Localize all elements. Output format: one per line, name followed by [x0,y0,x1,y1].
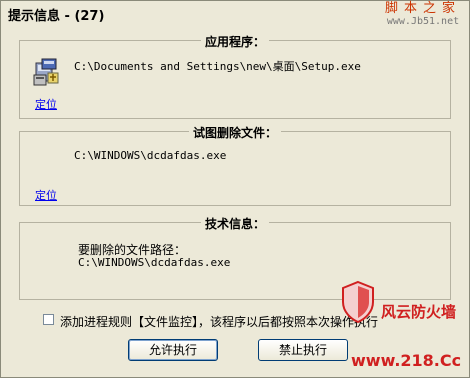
application-group: 应用程序： C:\Documents and Settings\new\桌面\S… [19,35,451,119]
tech-info-group: 技术信息： 要删除的文件路径： C:\WINDOWS\dcdafdas.exe [19,217,451,300]
delete-file-path: C:\WINDOWS\dcdafdas.exe [74,149,227,162]
tech-info-legend: 技术信息： [200,217,269,231]
watermark-brand: 风云防火墙 [381,303,457,321]
block-button[interactable]: 禁止执行 [258,339,348,361]
rule-checkbox[interactable] [43,314,54,325]
watermark-top: 脚本之家 www.Jb51.net [385,2,461,28]
title-bar: 提示信息 - (27) 脚本之家 www.Jb51.net [1,1,469,28]
watermark-top-text: 脚本之家 [384,1,461,16]
allow-button[interactable]: 允许执行 [128,339,218,361]
delete-file-locate-link[interactable]: 定位 [35,187,57,203]
watermark-brand-url: www.218.Cc [351,351,462,370]
rule-checkbox-label: 添加进程规则【文件监控】，该程序以后都按照本次操作执行 [60,315,379,329]
delete-file-group: 试图删除文件： C:\WINDOWS\dcdafdas.exe 定位 [19,126,451,206]
dialog-title: 提示信息 - (27) [8,9,105,24]
shield-logo-icon [342,280,374,324]
delete-file-legend: 试图删除文件： [188,126,281,140]
application-legend: 应用程序： [200,35,269,49]
setup-program-icon [33,58,59,86]
application-locate-link[interactable]: 定位 [35,96,57,112]
tech-info-path: C:\WINDOWS\dcdafdas.exe [78,256,231,269]
watermark-top-url: www.Jb51.net [386,16,460,27]
alert-dialog: 提示信息 - (27) 脚本之家 www.Jb51.net 应用程序： C:\D… [0,0,470,378]
application-path: C:\Documents and Settings\new\桌面\Setup.e… [74,60,361,73]
